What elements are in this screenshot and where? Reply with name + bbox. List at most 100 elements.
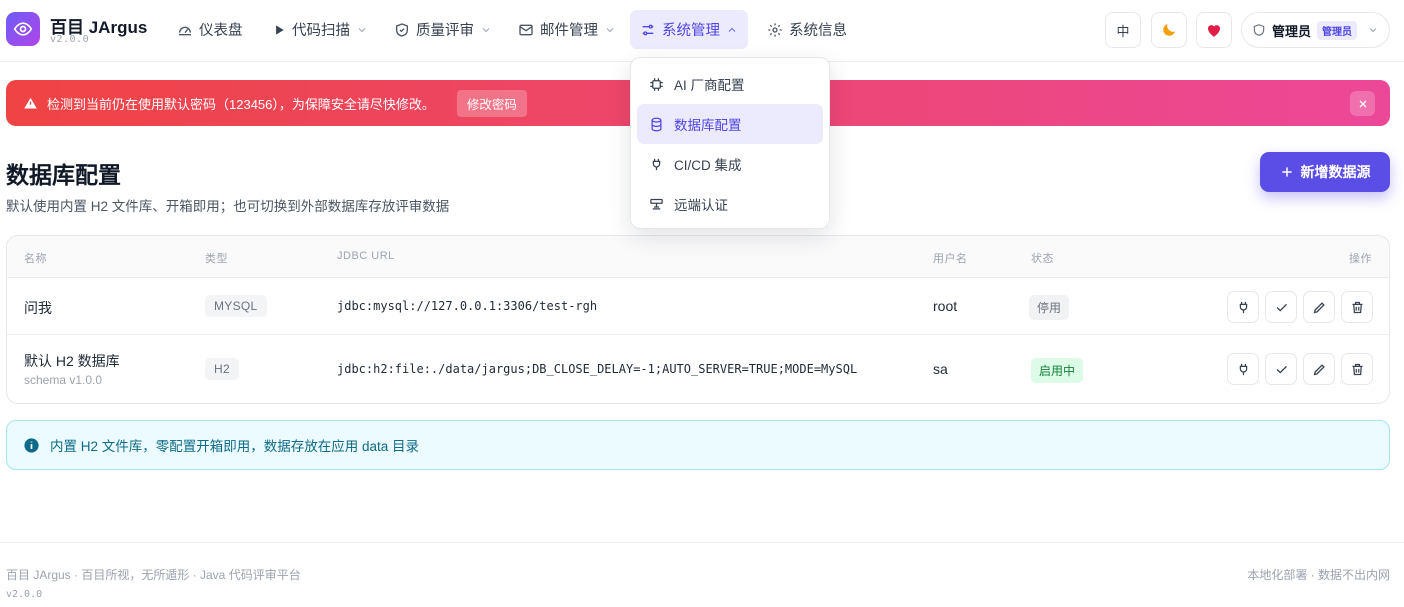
database-icon — [651, 117, 662, 131]
menu-item-database[interactable]: 数据库配置 — [637, 104, 823, 144]
nav-label: 仪表盘 — [199, 23, 243, 39]
nav-label: 系统信息 — [789, 23, 847, 39]
test-connection-button[interactable] — [1227, 353, 1259, 385]
nav-label: 邮件管理 — [540, 23, 598, 39]
column-header-actions: 操作 — [1349, 253, 1372, 265]
favorite-button[interactable] — [1196, 12, 1232, 48]
delete-button[interactable] — [1341, 353, 1373, 385]
play-icon — [276, 24, 284, 35]
theme-toggle[interactable] — [1151, 12, 1187, 48]
add-datasource-button[interactable]: 新增数据源 — [1260, 152, 1390, 192]
trash-icon — [1352, 363, 1362, 375]
info-banner: 内置 H2 文件库，零配置开箱即用，数据存放在应用 data 目录 — [6, 420, 1390, 470]
chevron-down-icon — [606, 27, 614, 32]
footer-version: v2.0.0 — [6, 589, 43, 600]
add-datasource-label: 新增数据源 — [1300, 164, 1371, 180]
sliders-icon — [642, 24, 654, 35]
alert-text: 检测到当前仍在使用默认密码（123456），为保障安全请尽快修改。 — [47, 96, 435, 112]
footer-deployment-note: 本地化部署 · 数据不出内网 — [1247, 568, 1390, 582]
trash-icon — [1352, 301, 1362, 313]
chip-icon — [650, 77, 663, 91]
close-icon — [1359, 100, 1366, 107]
activate-button[interactable] — [1265, 353, 1297, 385]
change-password-button[interactable]: 修改密码 — [456, 89, 527, 117]
heart-icon — [1208, 25, 1220, 37]
app-logo[interactable] — [6, 12, 40, 46]
info-icon — [24, 437, 39, 453]
user-menu[interactable]: 管理员 管理员 — [1241, 12, 1390, 48]
nav-item-dashboard[interactable]: 仪表盘 — [167, 10, 253, 49]
nav-item-mail[interactable]: 邮件管理 — [508, 10, 626, 49]
eye-icon — [13, 22, 33, 36]
pencil-icon — [1313, 301, 1325, 313]
user-name: 管理员 — [1272, 23, 1312, 39]
chevron-up-icon — [728, 27, 736, 32]
shield-icon — [1253, 24, 1265, 36]
jdbc-url: jdbc:h2:file:./data/jargus;DB_CLOSE_DELA… — [337, 362, 858, 376]
nav-label: 代码扫描 — [292, 23, 350, 39]
check-icon — [1276, 365, 1287, 374]
edit-button[interactable] — [1303, 291, 1335, 323]
nav-label: 系统管理 — [662, 23, 720, 39]
moon-icon — [1163, 24, 1175, 36]
row-username: root — [933, 298, 958, 314]
menu-item-ai-vendor[interactable]: AI 厂商配置 — [637, 64, 823, 104]
row-name: 问我 — [24, 300, 52, 316]
role-badge: 管理员 — [1317, 20, 1358, 40]
nav-label: 质量评审 — [416, 23, 474, 39]
row-name: 默认 H2 数据库 — [24, 353, 120, 369]
footer: 百目 JArgus · 百目所视，无所遁形 · Java 代码评审平台 v2.0… — [0, 542, 1404, 607]
chevron-down-icon — [1369, 28, 1377, 33]
column-header-status: 状态 — [1031, 253, 1054, 265]
row-username: sa — [933, 361, 948, 377]
page-title: 数据库配置 — [6, 162, 121, 188]
pencil-icon — [1313, 363, 1325, 375]
edit-button[interactable] — [1303, 353, 1335, 385]
menu-item-label: CI/CD 集成 — [674, 158, 742, 173]
alert-close-button[interactable] — [1350, 91, 1375, 116]
menu-item-label: 远端认证 — [674, 198, 728, 213]
plug-icon — [1239, 301, 1247, 313]
system-admin-dropdown: AI 厂商配置 数据库配置 CI/CD 集成 远端认证 — [630, 57, 830, 229]
chevron-down-icon — [358, 27, 366, 32]
nav-item-code-scan[interactable]: 代码扫描 — [262, 10, 378, 49]
chevron-down-icon — [482, 27, 490, 32]
table-row[interactable]: 默认 H2 数据库 schema v1.0.0 H2 jdbc:h2:file:… — [7, 335, 1389, 403]
status-badge: 停用 — [1029, 295, 1070, 320]
nav-item-system-info[interactable]: 系统信息 — [757, 10, 857, 49]
language-toggle[interactable]: 中 — [1105, 12, 1141, 48]
menu-item-label: AI 厂商配置 — [674, 78, 745, 93]
nav-item-quality-review[interactable]: 质量评审 — [384, 10, 502, 49]
column-header-url: JDBC URL — [337, 250, 395, 262]
nav-item-system-admin[interactable]: 系统管理 — [630, 10, 748, 49]
brand-version: v2.0.0 — [50, 34, 90, 45]
column-header-type: 类型 — [205, 253, 228, 265]
column-header-name: 名称 — [24, 253, 47, 265]
plug-icon — [652, 158, 661, 170]
warning-icon — [24, 97, 37, 108]
type-badge: H2 — [205, 358, 239, 380]
status-badge: 启用中 — [1031, 358, 1084, 383]
top-navbar: 百目 JArgus v2.0.0 仪表盘 代码扫描 质量评审 邮件管理 系统管理… — [0, 0, 1404, 62]
jdbc-url: jdbc:mysql://127.0.0.1:3306/test-rgh — [337, 299, 598, 313]
info-text: 内置 H2 文件库，零配置开箱即用，数据存放在应用 data 目录 — [50, 439, 420, 454]
server-icon — [650, 198, 663, 209]
page-description: 默认使用内置 H2 文件库、开箱即用；也可切换到外部数据库存放评审数据 — [6, 199, 450, 214]
activate-button[interactable] — [1265, 291, 1297, 323]
delete-button[interactable] — [1341, 291, 1373, 323]
footer-tagline: 百目 JArgus · 百目所视，无所遁形 · Java 代码评审平台 — [6, 568, 301, 582]
menu-item-cicd[interactable]: CI/CD 集成 — [637, 144, 823, 184]
table-row[interactable]: 问我 MYSQL jdbc:mysql://127.0.0.1:3306/tes… — [7, 278, 1389, 335]
row-schema-version: schema v1.0.0 — [24, 373, 103, 387]
mail-icon — [519, 24, 533, 35]
table-header: 名称 类型 JDBC URL 用户名 状态 操作 — [7, 236, 1389, 278]
plus-icon — [1281, 167, 1292, 177]
check-icon — [1276, 303, 1287, 312]
menu-item-remote-auth[interactable]: 远端认证 — [637, 184, 823, 224]
plug-icon — [1239, 363, 1247, 375]
gauge-icon — [179, 26, 191, 35]
test-connection-button[interactable] — [1227, 291, 1259, 323]
gear-icon — [768, 22, 782, 37]
datasource-table: 名称 类型 JDBC URL 用户名 状态 操作 问我 MYSQL jdbc:m… — [6, 235, 1390, 404]
column-header-user: 用户名 — [933, 253, 968, 265]
